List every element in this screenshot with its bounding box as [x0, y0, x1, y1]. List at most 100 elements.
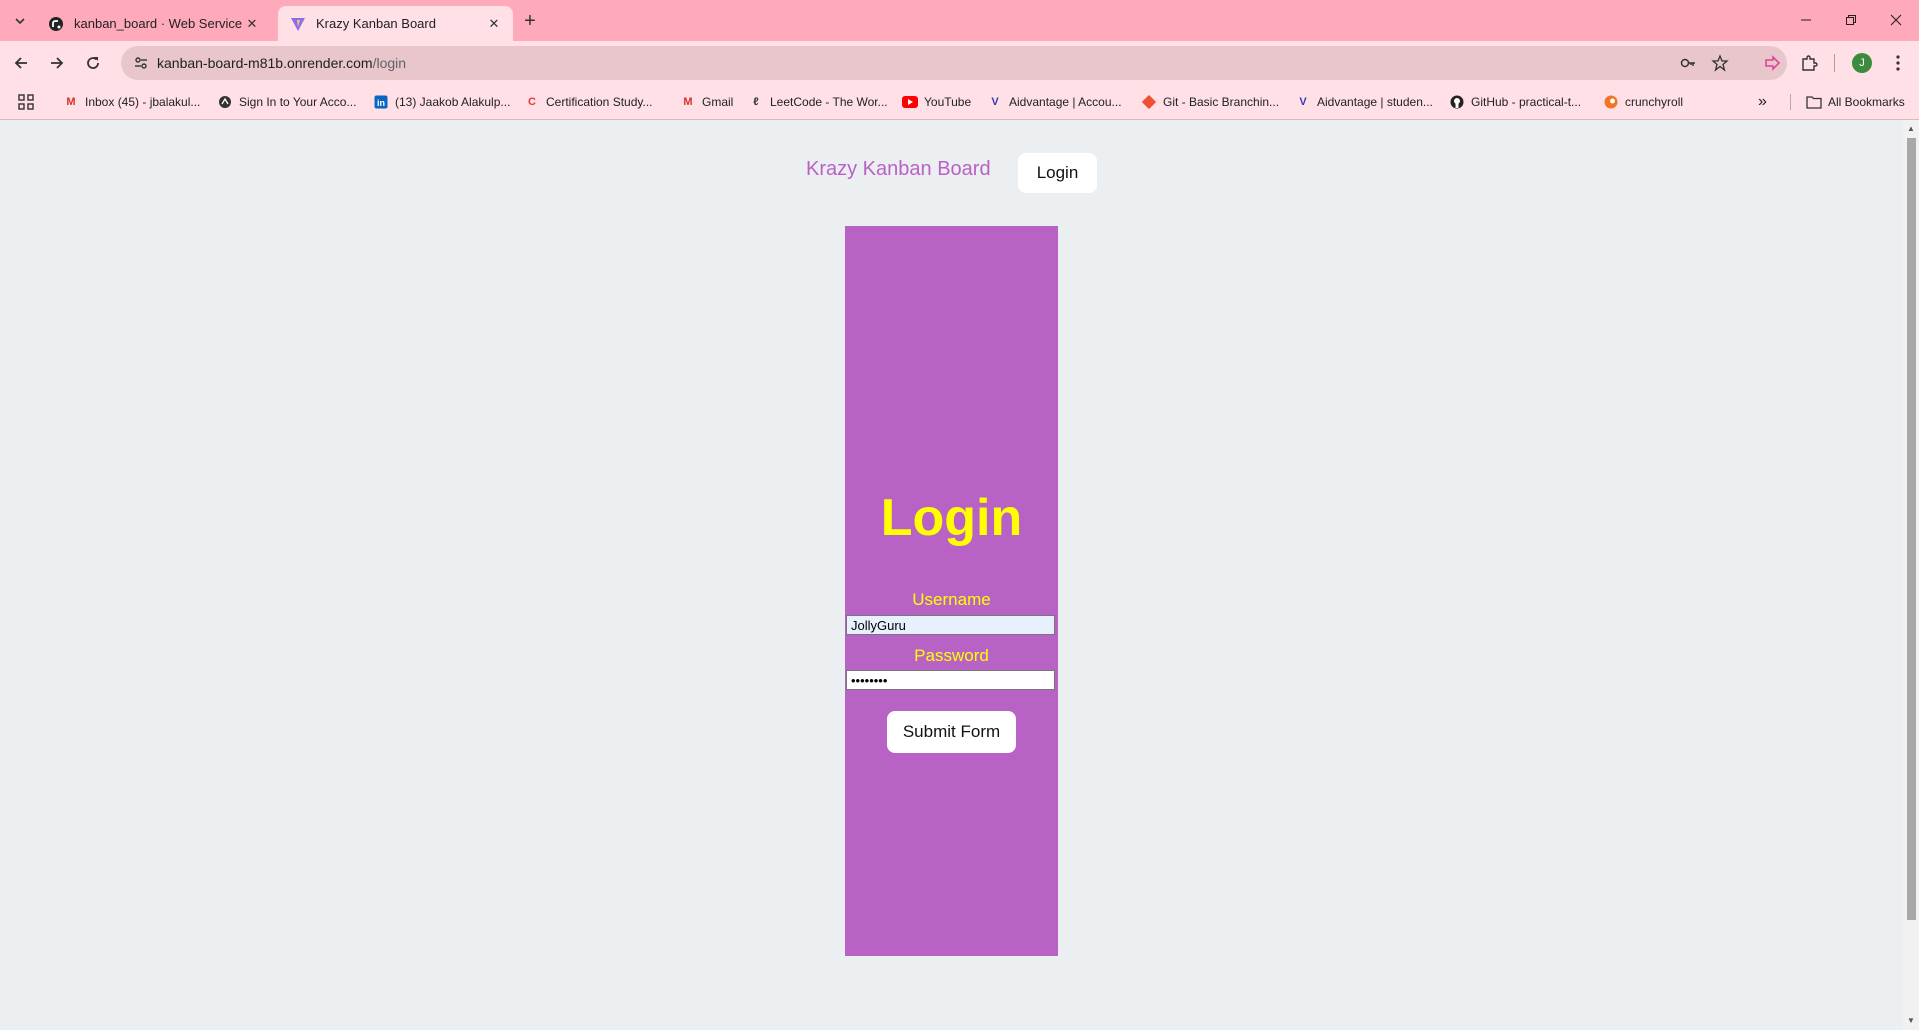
all-bookmarks-button[interactable]: All Bookmarks — [1806, 92, 1905, 112]
plus-icon: + — [524, 9, 536, 32]
reload-button[interactable] — [80, 50, 106, 76]
bookmark-label: (13) Jaakob Alakulp... — [395, 95, 511, 109]
username-input[interactable] — [846, 615, 1055, 635]
tab-search-button[interactable] — [9, 10, 31, 32]
browser-toolbar: kanban-board-m81b.onrender.com/login J — [0, 41, 1919, 85]
extension-pink-button[interactable] — [1758, 49, 1786, 77]
new-tab-button[interactable]: + — [518, 9, 542, 33]
restore-button[interactable] — [1831, 6, 1871, 34]
minimize-icon — [1801, 19, 1811, 21]
scrollbar-thumb[interactable] — [1907, 138, 1916, 920]
tab-kanban-board-service[interactable]: kanban_board · Web Service · ✕ — [36, 6, 271, 41]
profile-button[interactable]: J — [1848, 49, 1876, 77]
bookmark-label: Gmail — [702, 95, 734, 109]
site-info-icon[interactable] — [133, 55, 149, 71]
scroll-down-icon[interactable]: ▼ — [1906, 1016, 1916, 1026]
bookmark-item[interactable]: Git - Basic Branchin... — [1141, 92, 1279, 112]
login-heading: Login — [880, 489, 1023, 547]
bookmark-label: GitHub - practical-t... — [1471, 95, 1582, 109]
address-bar[interactable]: kanban-board-m81b.onrender.com/login — [121, 46, 1787, 80]
tab-title: kanban_board · Web Service · — [74, 16, 243, 31]
bookmark-item[interactable]: M Inbox (45) - jbalakul... — [63, 92, 200, 112]
render-icon — [48, 16, 64, 32]
bookmark-item[interactable]: C Certification Study... — [524, 92, 653, 112]
close-window-button[interactable] — [1876, 6, 1916, 34]
bookmarks-overflow-button[interactable]: » — [1758, 92, 1767, 112]
scroll-up-icon[interactable]: ▲ — [1906, 124, 1916, 134]
coursera-icon: C — [528, 96, 536, 108]
bookmark-label: Sign In to Your Acco... — [239, 95, 357, 109]
chevron-double-right-icon: » — [1758, 93, 1767, 110]
gmail-icon: M — [683, 96, 693, 108]
bookmark-label: Certification Study... — [546, 95, 653, 109]
all-bookmarks-label: All Bookmarks — [1828, 95, 1905, 109]
youtube-icon — [902, 94, 918, 110]
minimize-button[interactable] — [1786, 6, 1826, 34]
bookmark-item[interactable]: V Aidvantage | studen... — [1295, 92, 1433, 112]
tab-krazy-kanban-board[interactable]: Krazy Kanban Board ✕ — [278, 6, 513, 41]
forward-button[interactable] — [44, 50, 70, 76]
extensions-button[interactable] — [1795, 49, 1823, 77]
tab-strip: kanban_board · Web Service · ✕ Krazy Kan… — [0, 0, 1919, 41]
password-label: Password — [914, 646, 989, 665]
login-form-card: Login Username Password Submit Form — [845, 226, 1058, 956]
bookmark-item[interactable]: in (13) Jaakob Alakulp... — [373, 92, 510, 112]
puzzle-icon — [1802, 55, 1818, 71]
bookmark-item[interactable]: ℓ LeetCode - The Wor... — [748, 92, 888, 112]
url-text[interactable]: kanban-board-m81b.onrender.com/login — [157, 55, 406, 71]
leetcode-icon: ℓ — [753, 96, 759, 108]
arrow-right-icon — [51, 57, 64, 69]
svg-text:in: in — [377, 98, 385, 108]
github-icon — [1449, 94, 1465, 110]
arrow-left-icon — [14, 57, 27, 69]
git-icon — [1141, 94, 1157, 110]
globe-icon — [217, 94, 233, 110]
restore-icon — [1846, 15, 1856, 25]
password-input[interactable] — [846, 670, 1055, 690]
crunchyroll-icon — [1603, 94, 1619, 110]
chevron-down-icon — [15, 18, 25, 25]
bookmark-label: LeetCode - The Wor... — [770, 95, 888, 109]
aidvantage-icon: V — [1299, 96, 1307, 108]
page-scrollbar[interactable]: ▲ ▼ — [1903, 120, 1919, 1030]
bookmark-item[interactable]: crunchyroll — [1603, 92, 1683, 112]
share-icon — [1765, 55, 1781, 71]
bookmark-label: Aidvantage | Accou... — [1009, 95, 1122, 109]
bookmark-item[interactable]: V Aidvantage | Accou... — [987, 92, 1122, 112]
bookmark-item[interactable]: M Gmail — [680, 92, 733, 112]
aidvantage-icon: V — [991, 96, 999, 108]
page-viewport: Krazy Kanban Board Login Login Username … — [0, 120, 1903, 1030]
tab-title: Krazy Kanban Board — [316, 16, 436, 31]
back-button[interactable] — [8, 50, 34, 76]
close-icon — [1890, 14, 1902, 26]
folder-icon — [1806, 94, 1822, 110]
menu-button[interactable] — [1884, 49, 1912, 77]
bookmark-item[interactable]: GitHub - practical-t... — [1449, 92, 1581, 112]
submit-form-button[interactable]: Submit Form — [887, 711, 1016, 753]
close-icon[interactable]: ✕ — [243, 15, 261, 33]
bookmark-label: Git - Basic Branchin... — [1163, 95, 1280, 109]
password-key-icon[interactable] — [1679, 54, 1697, 72]
bookmark-item[interactable]: YouTube — [902, 92, 971, 112]
apps-grid-icon[interactable] — [17, 93, 35, 111]
nav-login-button[interactable]: Login — [1018, 153, 1097, 193]
gmail-icon: M — [66, 96, 76, 108]
username-label: Username — [912, 590, 991, 609]
avatar: J — [1852, 53, 1872, 73]
reload-icon — [87, 57, 99, 69]
bookmarks-bar: M Inbox (45) - jbalakul... Sign In to Yo… — [0, 85, 1919, 120]
close-icon[interactable]: ✕ — [485, 15, 503, 33]
brand-title[interactable]: Krazy Kanban Board — [806, 158, 991, 181]
bookmark-label: crunchyroll — [1625, 95, 1684, 109]
site-navbar: Krazy Kanban Board Login — [0, 120, 1903, 200]
bookmark-star-icon[interactable] — [1711, 54, 1729, 72]
bookmark-label: Aidvantage | studen... — [1317, 95, 1433, 109]
bookmarks-divider — [1790, 94, 1791, 110]
toolbar-divider — [1834, 54, 1835, 72]
bookmark-label: YouTube — [924, 95, 972, 109]
bookmark-item[interactable]: Sign In to Your Acco... — [217, 92, 356, 112]
url-path: /login — [372, 55, 407, 71]
bookmark-label: Inbox (45) - jbalakul... — [85, 95, 201, 109]
more-vert-icon — [1896, 55, 1900, 71]
url-host: kanban-board-m81b.onrender.com — [157, 55, 373, 71]
